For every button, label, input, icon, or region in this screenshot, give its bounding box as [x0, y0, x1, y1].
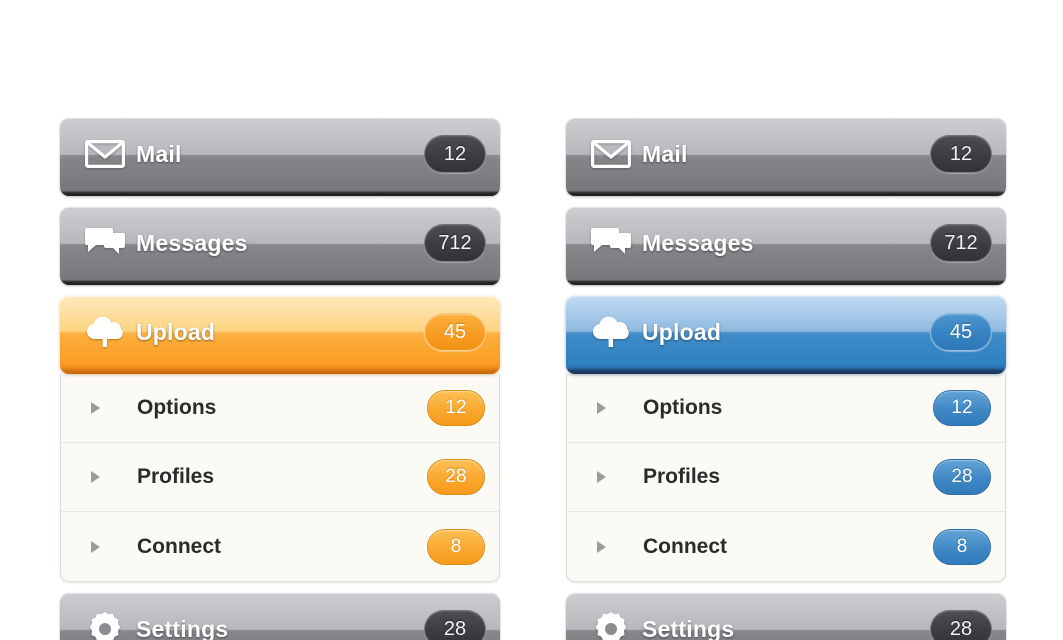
nav-item-mail[interactable]: Mail 12: [566, 118, 1006, 196]
triangle-right-icon[interactable]: [91, 540, 113, 553]
list-item-label: Options: [643, 396, 723, 419]
gear-icon: [82, 609, 128, 640]
status-badge: 28: [424, 610, 486, 640]
list-item[interactable]: Profiles 28: [567, 443, 1005, 512]
gear-icon: [588, 609, 634, 640]
status-badge: 12: [930, 135, 992, 173]
triangle-right-icon[interactable]: [597, 402, 619, 414]
status-badge: 8: [427, 528, 485, 565]
status-badge: 45: [930, 313, 992, 351]
list-item[interactable]: Profiles 28: [61, 443, 499, 512]
nav-item-messages[interactable]: Messages 712: [566, 207, 1006, 285]
nav-item-settings[interactable]: Settings 28: [566, 593, 1006, 640]
status-badge: 12: [424, 135, 486, 173]
nav-item-label: Mail: [642, 140, 688, 167]
list-item-label: Profiles: [137, 465, 215, 488]
cloud-upload-icon: [82, 312, 128, 352]
nav-item-upload[interactable]: Upload 45: [566, 296, 1006, 374]
nav-item-label: Upload: [642, 318, 722, 345]
nav-item-messages[interactable]: Messages 712: [60, 207, 500, 285]
nav-item-label: Settings: [642, 615, 735, 640]
status-badge: 8: [933, 528, 991, 565]
orange-column: Mail 12 Messages 712 Upload 45 Options 1…: [60, 118, 500, 640]
list-item-label: Profiles: [643, 465, 721, 488]
status-badge: 28: [427, 459, 485, 495]
status-badge: 28: [930, 610, 992, 640]
nav-item-label: Mail: [136, 140, 182, 167]
list-item-label: Connect: [643, 534, 727, 558]
list-item[interactable]: Options 12: [61, 374, 499, 443]
blue-column: Mail 12 Messages 712 Upload 45 Options 1…: [566, 118, 1006, 640]
list-item[interactable]: Options 12: [567, 374, 1005, 443]
status-badge: 12: [933, 390, 991, 426]
envelope-icon: [588, 134, 634, 174]
status-badge: 712: [930, 224, 992, 262]
triangle-right-icon[interactable]: [91, 402, 113, 414]
status-badge: 28: [933, 459, 991, 495]
triangle-right-icon[interactable]: [597, 540, 619, 553]
speech-bubbles-icon: [588, 223, 634, 263]
cloud-upload-icon: [588, 312, 634, 352]
upload-subitems-panel: Options 12 Profiles 28 Connect 8: [566, 374, 1006, 582]
triangle-right-icon[interactable]: [91, 471, 113, 483]
upload-subitems-panel: Options 12 Profiles 28 Connect 8: [60, 374, 500, 582]
speech-bubbles-icon: [82, 223, 128, 263]
list-item-label: Connect: [137, 534, 221, 558]
nav-item-settings[interactable]: Settings 28: [60, 593, 500, 640]
nav-item-upload[interactable]: Upload 45: [60, 296, 500, 374]
list-item-label: Options: [137, 396, 217, 419]
list-item[interactable]: Connect 8: [567, 512, 1005, 581]
status-badge: 12: [427, 390, 485, 426]
nav-item-label: Settings: [136, 615, 229, 640]
nav-item-label: Messages: [136, 229, 248, 256]
nav-item-label: Upload: [136, 318, 216, 345]
envelope-icon: [82, 134, 128, 174]
triangle-right-icon[interactable]: [597, 471, 619, 483]
status-badge: 712: [424, 224, 486, 262]
status-badge: 45: [424, 313, 486, 351]
ui-kit-canvas: Mail 12 Messages 712 Upload 45 Options 1…: [0, 0, 1063, 640]
nav-item-mail[interactable]: Mail 12: [60, 118, 500, 196]
list-item[interactable]: Connect 8: [61, 512, 499, 581]
nav-item-label: Messages: [642, 229, 754, 256]
